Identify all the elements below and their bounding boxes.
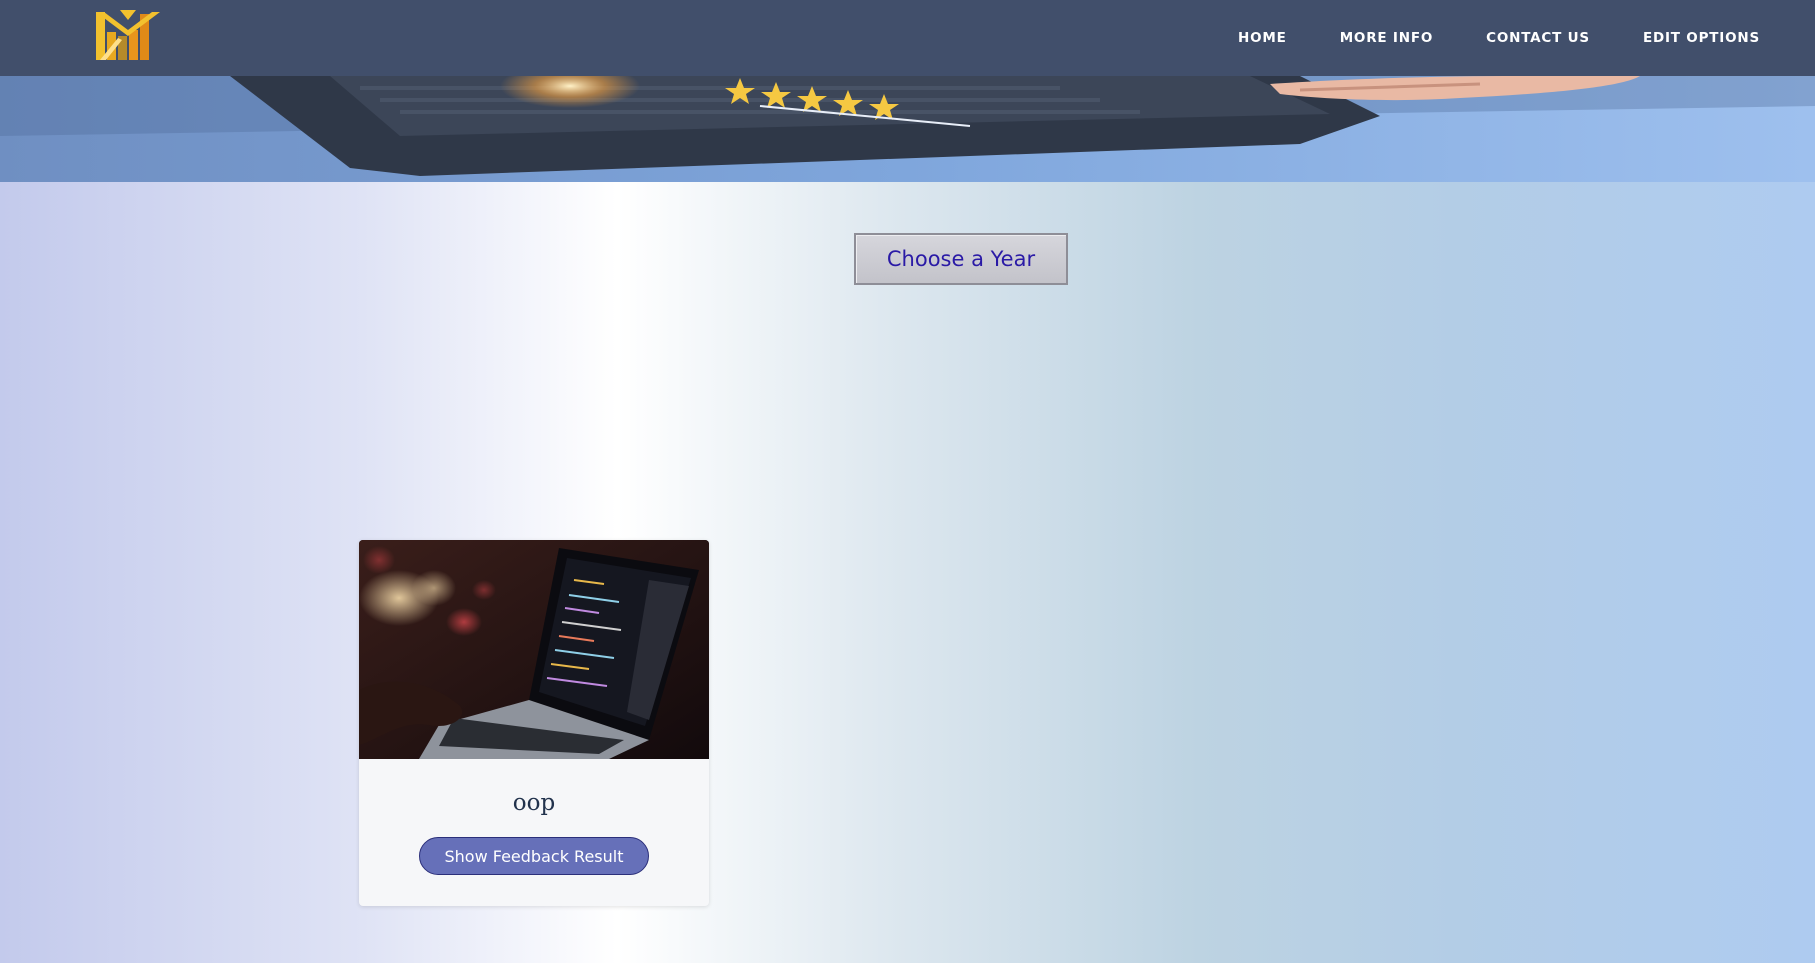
course-title: oop xyxy=(512,790,556,816)
nav-contact-us[interactable]: CONTACT US xyxy=(1486,30,1590,46)
main-nav: HOME MORE INFO CONTACT US EDIT OPTIONS xyxy=(1185,0,1760,76)
hero-banner xyxy=(0,76,1815,182)
nav-more-info[interactable]: MORE INFO xyxy=(1340,30,1433,46)
nav-home[interactable]: HOME xyxy=(1238,30,1287,46)
course-card: oop Show Feedback Result xyxy=(359,540,709,906)
show-feedback-result-button[interactable]: Show Feedback Result xyxy=(419,837,649,875)
hero-banner-image xyxy=(0,76,1815,182)
course-card-image xyxy=(359,540,709,759)
navbar: HOME MORE INFO CONTACT US EDIT OPTIONS xyxy=(0,0,1815,76)
m-logo-icon[interactable] xyxy=(96,10,160,62)
choose-year-button[interactable]: Choose a Year xyxy=(854,233,1068,285)
nav-edit-options[interactable]: EDIT OPTIONS xyxy=(1643,30,1760,46)
